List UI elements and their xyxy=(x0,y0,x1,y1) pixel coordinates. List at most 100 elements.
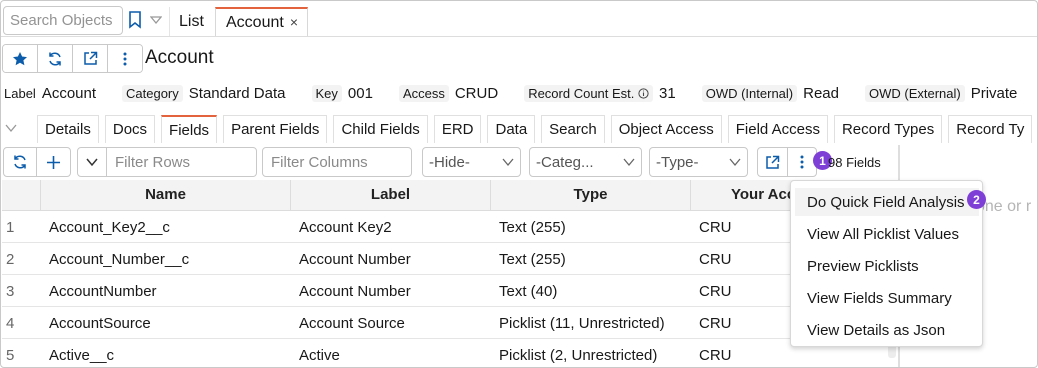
info-key-access: Access xyxy=(398,85,449,102)
cell-access: CRU xyxy=(699,283,732,300)
row-number-header xyxy=(2,180,41,210)
chevron-down-icon xyxy=(502,158,514,167)
app-frame: Search Objects List Account × Account Lab… xyxy=(0,0,1038,368)
table-more-actions-button[interactable] xyxy=(788,148,816,176)
row-number: 1 xyxy=(6,219,15,236)
step-badge-2: 2 xyxy=(967,190,986,209)
cell-label: Account Source xyxy=(299,315,405,332)
subtabs-collapse-icon[interactable] xyxy=(1,115,23,143)
tab-account-label: Account xyxy=(226,14,284,31)
menu-item-view-all-picklist-values[interactable]: View All Picklist Values xyxy=(795,220,979,248)
header-button-group xyxy=(2,44,143,73)
tab-object-access[interactable]: Object Access xyxy=(610,115,722,143)
table-row[interactable]: 5 Active__c Active Picklist (2, Unrestri… xyxy=(2,339,891,367)
tab-search[interactable]: Search xyxy=(541,115,605,143)
cell-type: Picklist (11, Unrestricted) xyxy=(499,315,665,332)
info-value-access: CRUD xyxy=(454,85,499,102)
open-external-button[interactable] xyxy=(758,148,788,176)
info-value-owd-external: Private xyxy=(970,85,1018,102)
filter-columns-input[interactable]: Filter Columns xyxy=(262,147,412,177)
cell-name[interactable]: AccountSource xyxy=(41,307,291,338)
refresh-table-button[interactable] xyxy=(4,148,37,176)
cell-name[interactable]: Account_Key2__c xyxy=(41,211,291,242)
add-button[interactable] xyxy=(37,148,70,176)
divider xyxy=(1,36,1037,37)
cell-name[interactable]: Active__c xyxy=(41,339,291,367)
cell-name[interactable]: AccountNumber xyxy=(41,275,291,306)
cell-type: Picklist (2, Unrestricted) xyxy=(499,347,658,364)
info-key-key: Key xyxy=(311,85,342,102)
category-select-value: -Categ... xyxy=(536,153,594,171)
cell-access: CRU xyxy=(699,251,732,268)
chevron-down-icon xyxy=(86,158,98,167)
cell-access: CRU xyxy=(699,347,732,364)
info-value-category: Standard Data xyxy=(188,85,286,102)
table-header-row: Name Label Type Your Acc xyxy=(2,180,891,211)
info-key-category: Category xyxy=(122,85,183,102)
chevron-down-icon[interactable] xyxy=(145,8,167,32)
close-icon[interactable]: × xyxy=(290,14,298,30)
info-key-owd-external: OWD (External) xyxy=(864,85,965,102)
table-row[interactable]: 2 Account_Number__c Account Number Text … xyxy=(2,243,891,275)
info-key-record-count: Record Count Est. xyxy=(524,85,654,102)
tab-docs[interactable]: Docs xyxy=(104,115,156,143)
search-objects-input[interactable]: Search Objects xyxy=(3,6,123,35)
type-select[interactable]: -Type- xyxy=(649,147,748,177)
menu-item-view-fields-summary[interactable]: View Fields Summary xyxy=(795,284,979,312)
tab-list-label: List xyxy=(179,13,204,30)
tab-record-types-2[interactable]: Record Ty xyxy=(948,115,1033,143)
object-info-row: Label Account Category Standard Data Key… xyxy=(4,85,1037,102)
plus-icon xyxy=(47,155,60,169)
cell-type: Text (255) xyxy=(499,251,566,268)
table-row[interactable]: 3 AccountNumber Account Number Text (40)… xyxy=(2,275,891,307)
filter-rows-group: Filter Rows xyxy=(77,147,257,177)
more-actions-button[interactable] xyxy=(108,45,142,72)
tab-fields[interactable]: Fields xyxy=(161,115,218,143)
row-number: 4 xyxy=(6,315,15,332)
hide-select[interactable]: -Hide- xyxy=(422,147,521,177)
cell-label: Account Number xyxy=(299,283,411,300)
cell-type: Text (40) xyxy=(499,283,558,300)
category-select[interactable]: -Categ... xyxy=(529,147,642,177)
tab-data[interactable]: Data xyxy=(487,115,536,143)
column-header-type[interactable]: Type xyxy=(491,180,691,210)
info-value-key: 001 xyxy=(347,85,373,102)
info-key-owd-internal: OWD (Internal) xyxy=(701,85,798,102)
menu-item-quick-field-analysis[interactable]: Do Quick Field Analysis xyxy=(795,188,979,216)
vertical-dots-icon xyxy=(123,52,127,65)
table-row[interactable]: 4 AccountSource Account Source Picklist … xyxy=(2,307,891,339)
tab-account[interactable]: Account × xyxy=(215,7,308,37)
column-header-label[interactable]: Label xyxy=(291,180,491,210)
field-count: 98 Fields xyxy=(828,155,881,170)
tab-record-types[interactable]: Record Types xyxy=(833,115,943,143)
refresh-button[interactable] xyxy=(38,45,73,72)
tab-list[interactable]: List xyxy=(169,7,213,36)
column-header-name[interactable]: Name xyxy=(41,180,291,210)
info-value-record-count: 31 xyxy=(659,85,676,102)
cell-type: Text (255) xyxy=(499,219,566,236)
menu-item-view-details-json[interactable]: View Details as Json xyxy=(795,316,979,344)
hide-select-value: -Hide- xyxy=(429,153,470,171)
refresh-icon xyxy=(14,155,26,169)
menu-item-label: Do Quick Field Analysis xyxy=(807,194,965,211)
favorite-star-button[interactable] xyxy=(3,45,38,72)
tab-parent-fields[interactable]: Parent Fields xyxy=(223,115,328,143)
cell-label: Account Key2 xyxy=(299,219,392,236)
open-external-button[interactable] xyxy=(73,45,108,72)
filter-rows-input[interactable]: Filter Rows xyxy=(107,148,256,176)
cell-name[interactable]: Account_Number__c xyxy=(41,243,291,274)
tab-child-fields[interactable]: Child Fields xyxy=(333,115,428,143)
tab-details[interactable]: Details xyxy=(37,115,99,143)
object-title: Account xyxy=(145,47,214,68)
record-count-label: Record Count Est. xyxy=(528,86,635,101)
menu-item-preview-picklists[interactable]: Preview Picklists xyxy=(795,252,979,280)
info-icon[interactable] xyxy=(638,88,649,99)
table-toolbar-actions xyxy=(3,147,71,177)
info-key-label: Label xyxy=(4,86,36,101)
tab-erd[interactable]: ERD xyxy=(433,115,482,143)
tab-field-access[interactable]: Field Access xyxy=(727,115,828,143)
table-row[interactable]: 1 Account_Key2__c Account Key2 Text (255… xyxy=(2,211,891,243)
type-select-value: -Type- xyxy=(656,153,699,171)
bookmark-icon[interactable] xyxy=(124,8,146,32)
expand-rows-button[interactable] xyxy=(78,148,107,176)
